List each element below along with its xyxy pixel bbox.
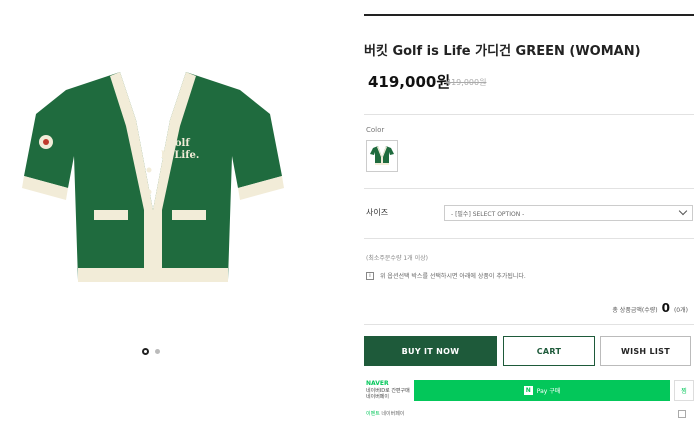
slide-indicator: [142, 348, 160, 355]
naver-n-icon: N: [523, 386, 533, 395]
slide-dot-1[interactable]: [142, 348, 149, 355]
product-gallery: Golf Is Life.: [0, 0, 320, 422]
divider: [364, 324, 694, 325]
naver-footer: 이벤트 네이버페이: [366, 410, 404, 417]
original-price: 419,000원: [446, 78, 487, 87]
naver-pay-description: 네이버ID로 간편구매 네이버페이: [366, 388, 410, 400]
slide-dot-2[interactable]: [155, 349, 160, 354]
chest-text-line2: Is Life.: [161, 150, 200, 161]
naver-pay-box: NAVER 네이버ID로 간편구매 네이버페이 N Pay 구매 찜: [364, 378, 694, 404]
info-icon: i: [366, 271, 374, 280]
total-unit: (0개): [673, 307, 688, 314]
product-title: 버킷 Golf is Life 가디건 GREEN (WOMAN): [364, 44, 641, 59]
option-notice: i 위 옵션선택 박스를 선택하시면 아래에 상품이 추가됩니다.: [366, 271, 526, 280]
product-info-panel: 버킷 Golf is Life 가디건 GREEN (WOMAN) 419,00…: [364, 0, 694, 422]
naver-favorite-button[interactable]: 찜: [674, 380, 694, 401]
naver-footer-text: 네이버페이: [381, 411, 405, 417]
divider: [364, 114, 694, 115]
divider: [364, 188, 694, 189]
color-label: Color: [366, 126, 385, 134]
total-price: 총 상품금액(수량) 0 (0개): [612, 301, 688, 315]
cart-button[interactable]: CART: [503, 336, 595, 366]
total-label: 총 상품금액(수량): [612, 307, 658, 314]
swatch-cardigan-icon: [370, 146, 394, 165]
min-order-note: (최소주문수량 1개 이상): [366, 255, 428, 262]
naver-pay-button[interactable]: N Pay 구매: [414, 380, 670, 401]
buy-now-button[interactable]: BUY IT NOW: [364, 336, 497, 366]
divider: [364, 238, 694, 239]
naver-pay-label: Pay 구매: [536, 388, 561, 395]
product-image[interactable]: Golf Is Life.: [20, 60, 285, 305]
wish-list-button[interactable]: WISH LIST: [600, 336, 691, 366]
size-select[interactable]: - [필수] SELECT OPTION -: [444, 205, 693, 221]
more-icon[interactable]: [678, 410, 686, 418]
color-swatch-green[interactable]: [366, 140, 398, 172]
chest-text-line1: Golf: [166, 138, 190, 149]
total-amount: 0: [661, 301, 670, 315]
naver-event-link[interactable]: 이벤트: [366, 411, 380, 417]
size-label: 사이즈: [366, 208, 389, 217]
naver-brand: NAVER: [366, 380, 389, 387]
notice-text: 위 옵션선택 박스를 선택하시면 아래에 상품이 추가됩니다.: [380, 273, 526, 280]
top-divider: [364, 14, 694, 16]
chevron-down-icon: [678, 206, 688, 216]
product-price: 419,000원: [368, 73, 451, 91]
size-select-value: - [필수] SELECT OPTION -: [451, 211, 525, 218]
